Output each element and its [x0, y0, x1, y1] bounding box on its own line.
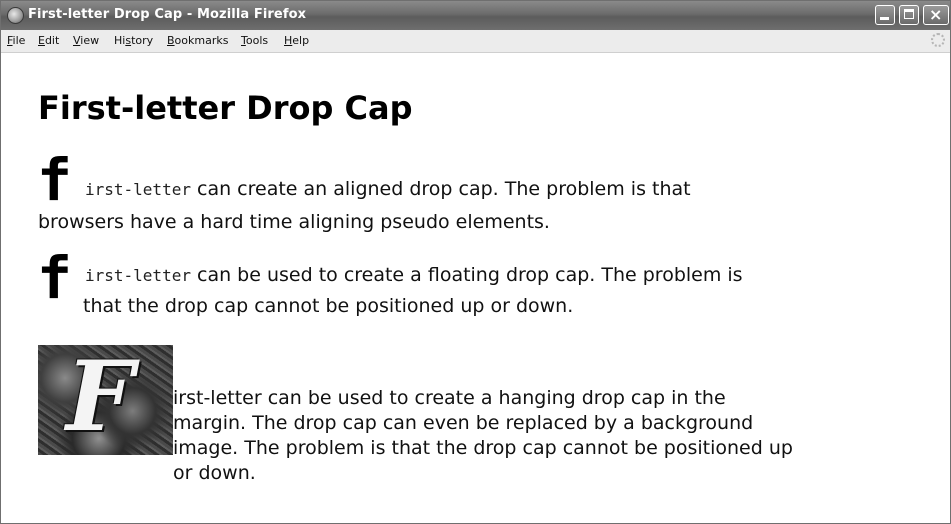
firefox-icon: [7, 7, 24, 24]
menu-tools[interactable]: Tools: [241, 34, 268, 47]
menu-bar: File Edit View History Bookmarks Tools H…: [1, 30, 950, 53]
paragraph-line: or down.: [173, 462, 256, 484]
menu-help[interactable]: Help: [284, 34, 309, 47]
paragraph-line: image. The problem is that the drop cap …: [173, 437, 793, 459]
maximize-icon: [904, 9, 914, 19]
paragraph-line: irst-letter can create an aligned drop c…: [85, 178, 691, 200]
paragraph-line: irst-letter can be used to create a floa…: [85, 264, 743, 286]
menu-file[interactable]: File: [7, 34, 25, 47]
first-letter-code: irst-letter: [85, 266, 191, 285]
drop-cap-image-letter: F: [66, 345, 135, 453]
close-button[interactable]: ×: [923, 5, 949, 25]
close-icon: ×: [929, 5, 943, 24]
browser-window: First-letter Drop Cap - Mozilla Firefox …: [0, 0, 951, 524]
first-letter-code: irst-letter: [85, 180, 191, 199]
page-title: First-letter Drop Cap: [38, 89, 413, 127]
maximize-button[interactable]: [899, 5, 919, 25]
paragraph-line: margin. The drop cap can even be replace…: [173, 412, 754, 434]
minimize-button[interactable]: [875, 5, 895, 25]
throbber-icon: [931, 33, 945, 47]
menu-bookmarks[interactable]: Bookmarks: [167, 34, 228, 47]
paragraph-text: irst-letter can be used to create a hang…: [173, 386, 933, 486]
paragraph-line: browsers have a hard time aligning pseud…: [38, 211, 550, 233]
window-title: First-letter Drop Cap - Mozilla Firefox: [28, 7, 307, 22]
page-content: First-letter Drop Cap f irst-letter can …: [1, 53, 950, 523]
menu-edit[interactable]: Edit: [38, 34, 59, 47]
paragraph-line: that the drop cap cannot be positioned u…: [83, 295, 574, 317]
drop-cap-image: F: [38, 345, 173, 455]
drop-cap-letter: f: [37, 146, 72, 214]
minimize-icon: [880, 17, 889, 20]
menu-history[interactable]: History: [114, 34, 153, 47]
title-bar[interactable]: First-letter Drop Cap - Mozilla Firefox …: [1, 1, 950, 30]
paragraph-line: irst-letter can be used to create a hang…: [173, 387, 726, 409]
drop-cap-letter: f: [37, 244, 72, 312]
menu-view[interactable]: View: [73, 34, 99, 47]
